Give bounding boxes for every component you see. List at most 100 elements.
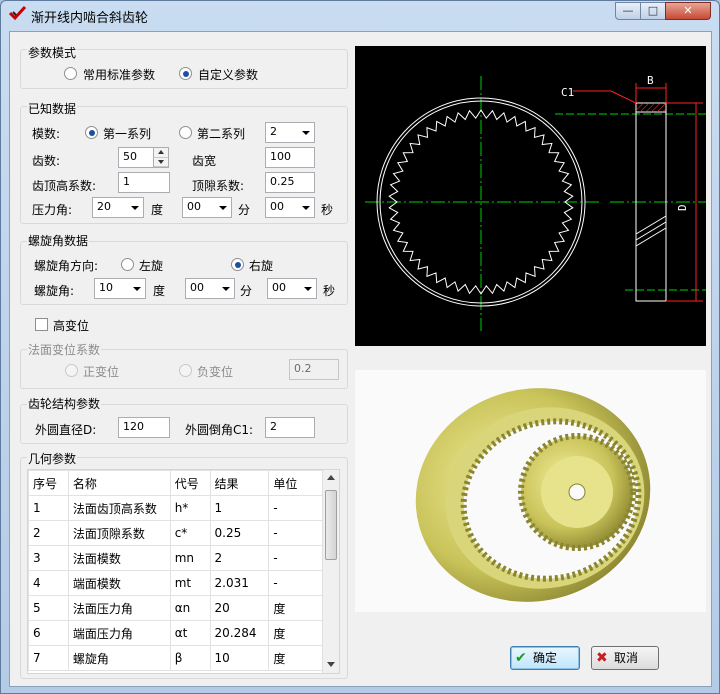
table-cell: 螺旋角 (67, 645, 171, 671)
table-cell: 0.25 (209, 520, 270, 546)
pressure-sec-select[interactable]: 00 (265, 197, 315, 218)
table-cell: - (268, 495, 324, 521)
custom-params-label: 自定义参数 (198, 68, 259, 82)
table-header-row: 序号 名称 代号 结果 单位 (28, 470, 324, 496)
table-cell: c* (169, 520, 211, 546)
face-width-label: 齿宽 (192, 154, 217, 168)
table-cell: αn (169, 595, 211, 621)
column-header[interactable]: 单位 (268, 470, 324, 496)
chevron-down-icon (133, 287, 141, 291)
right-hand-label: 右旋 (249, 259, 274, 273)
column-header[interactable]: 代号 (169, 470, 211, 496)
standard-params-radio[interactable] (64, 67, 77, 80)
table-cell: 2 (28, 520, 69, 546)
helix-min-select[interactable]: 00 (185, 278, 235, 299)
table-cell: mt (169, 570, 211, 596)
face-width-input[interactable]: 100 (265, 147, 315, 168)
addendum-input[interactable]: 1 (118, 172, 170, 193)
pressure-deg-value: 20 (97, 200, 111, 213)
table-row[interactable]: 1 法面齿顶高系数 h* 1- (28, 495, 324, 521)
column-header[interactable]: 名称 (67, 470, 171, 496)
table-cell: 法面压力角 (67, 595, 171, 621)
c1-dimension-label: C1 (561, 86, 574, 99)
table-cell: β (169, 645, 211, 671)
helix-angle-label: 螺旋角: (34, 284, 75, 298)
chevron-down-icon (304, 287, 312, 291)
c1-leader (610, 90, 637, 104)
chevron-down-icon (222, 287, 230, 291)
geometry-table: 序号 名称 代号 结果 单位 1 法面齿顶高系数 h* 1- 2 法面顶隙系数 c* 0.2… (28, 470, 324, 671)
structure-label: 齿轮结构参数 (27, 395, 102, 412)
clearance-input[interactable]: 0.25 (265, 172, 315, 193)
high-modification-checkbox[interactable] (35, 318, 48, 331)
helix-sec-select[interactable]: 00 (267, 278, 317, 299)
table-cell: 5 (28, 595, 69, 621)
series2-radio[interactable] (179, 126, 192, 139)
scroll-up-icon[interactable] (327, 475, 335, 480)
gear-3d-render (355, 370, 706, 612)
outer-diameter-input[interactable]: 120 (118, 417, 170, 438)
pressure-min-select[interactable]: 00 (182, 197, 232, 218)
table-scrollbar[interactable] (322, 470, 339, 673)
table-row[interactable]: 7 螺旋角 β 10 度 (28, 645, 324, 671)
teeth-input[interactable]: 50 (118, 147, 154, 168)
table-row[interactable]: 4 端面模数 mt 2.031- (28, 570, 324, 596)
chamfer-input[interactable]: 2 (265, 417, 315, 438)
b-dimension-label: B (647, 74, 654, 87)
column-header[interactable]: 序号 (28, 470, 69, 496)
stepper-down-icon[interactable] (154, 158, 168, 167)
teeth-stepper[interactable] (153, 147, 169, 168)
column-header[interactable]: 结果 (209, 470, 270, 496)
table-cell: 端面压力角 (67, 620, 171, 646)
table-row[interactable]: 6 端面压力角 αt 20.284 度 (28, 620, 324, 646)
table-cell: 端面模数 (67, 570, 171, 596)
table-cell: 法面模数 (67, 545, 171, 571)
series1-radio[interactable] (85, 126, 98, 139)
close-button[interactable]: ✕ (665, 2, 711, 20)
module-label: 模数: (32, 127, 61, 141)
cad-drawing-svg: C1 B D (365, 74, 706, 331)
normal-mod-label: 法面变位系数 (27, 341, 102, 358)
cancel-button[interactable]: ✖ 取消 (591, 646, 659, 670)
table-cell: 2.031 (209, 570, 270, 596)
table-cell: 1 (28, 495, 69, 521)
table-row[interactable]: 2 法面顶隙系数 c* 0.25- (28, 520, 324, 546)
table-cell: 4 (28, 570, 69, 596)
right-hand-radio[interactable] (231, 258, 244, 271)
module-select[interactable]: 2 (265, 122, 315, 143)
helix-deg-select[interactable]: 10 (94, 278, 146, 299)
check-icon: ✔ (515, 650, 527, 666)
scroll-down-icon[interactable] (327, 662, 335, 667)
helix-direction-label: 螺旋角方向: (34, 259, 99, 273)
mod-coefficient-input[interactable]: 0.2 (289, 359, 339, 380)
outer-diameter-label: 外圆直径D: (35, 423, 97, 437)
section-hatch (636, 103, 666, 112)
stepper-up-icon[interactable] (154, 148, 168, 158)
helix-deg-value: 10 (99, 281, 113, 294)
negative-mod-radio[interactable] (179, 364, 192, 377)
pressure-deg-select[interactable]: 20 (92, 197, 144, 218)
scroll-thumb[interactable] (325, 490, 337, 560)
module-select-value: 2 (270, 125, 277, 138)
ok-button[interactable]: ✔ 确定 (510, 646, 580, 670)
table-row[interactable]: 5 法面压力角 αn 20 度 (28, 595, 324, 621)
custom-params-radio[interactable] (179, 67, 192, 80)
helix-label: 螺旋角数据 (27, 232, 90, 249)
left-hand-radio[interactable] (121, 258, 134, 271)
minimize-button[interactable]: — (615, 2, 641, 20)
positive-mod-radio[interactable] (65, 364, 78, 377)
table-cell: 6 (28, 620, 69, 646)
param-mode-label: 参数模式 (27, 44, 78, 61)
negative-mod-label: 负变位 (197, 365, 234, 379)
title-bar[interactable]: 渐开线内啮合斜齿轮 — □ ✕ (1, 1, 719, 29)
table-row[interactable]: 3 法面模数 mn 2- (28, 545, 324, 571)
window-title: 渐开线内啮合斜齿轮 (31, 11, 149, 26)
positive-mod-label: 正变位 (83, 365, 120, 379)
pressure-min-value: 00 (187, 200, 201, 213)
helix-min-value: 00 (190, 281, 204, 294)
table-cell: 法面顶隙系数 (67, 520, 171, 546)
app-window: 渐开线内啮合斜齿轮 — □ ✕ 参数模式 常用标准参数 自定义参数 已知数据 模… (0, 0, 720, 694)
maximize-button[interactable]: □ (640, 2, 666, 20)
table-cell: 1 (209, 495, 270, 521)
table-cell: 度 (268, 620, 324, 646)
